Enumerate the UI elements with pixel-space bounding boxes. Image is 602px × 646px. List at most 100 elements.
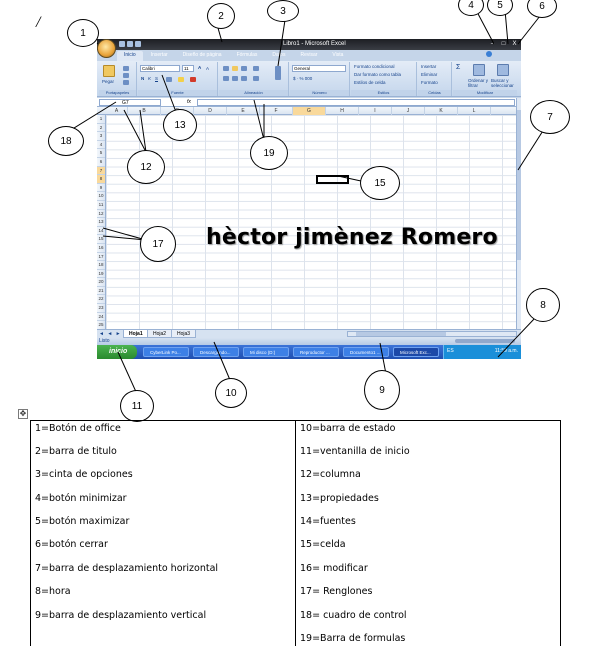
- column-header[interactable]: L: [458, 107, 491, 115]
- column-header[interactable]: G: [293, 107, 326, 115]
- font-family-select[interactable]: Calibri: [140, 65, 180, 72]
- undo-icon[interactable]: [127, 41, 133, 47]
- row-header[interactable]: 10: [97, 192, 105, 201]
- border-icon[interactable]: [166, 77, 172, 82]
- row-header[interactable]: 8: [97, 175, 105, 184]
- row-header[interactable]: 25: [97, 321, 105, 329]
- row-header[interactable]: 15: [97, 235, 105, 244]
- cell-styles-button[interactable]: Estilos de celda: [354, 80, 386, 85]
- vertical-scroll-thumb[interactable]: [517, 110, 521, 260]
- column-header[interactable]: D: [194, 107, 227, 115]
- column-header[interactable]: I: [359, 107, 392, 115]
- column-header[interactable]: H: [326, 107, 359, 115]
- row-header[interactable]: 22: [97, 295, 105, 305]
- column-header[interactable]: F: [260, 107, 293, 115]
- insert-function-button[interactable]: fx: [187, 99, 191, 105]
- tab-datos[interactable]: Datos: [265, 51, 292, 61]
- save-icon[interactable]: [119, 41, 125, 47]
- grow-font-button[interactable]: A: [198, 65, 201, 70]
- language-indicator[interactable]: ES: [447, 348, 454, 354]
- sheet-tab-hoja1[interactable]: Hoja1: [123, 330, 149, 338]
- row-header[interactable]: 3: [97, 132, 105, 141]
- tab-inicio[interactable]: Inicio: [117, 51, 143, 61]
- sort-filter-icon[interactable]: [473, 64, 485, 76]
- taskbar-item-descargando[interactable]: Descargando...: [193, 347, 239, 357]
- tab-revisar[interactable]: Revisar: [293, 51, 324, 61]
- row-header[interactable]: 6: [97, 158, 105, 167]
- row-header[interactable]: 20: [97, 278, 105, 287]
- row-header[interactable]: 5: [97, 149, 105, 158]
- column-header[interactable]: B: [128, 107, 161, 115]
- row-header[interactable]: 18: [97, 261, 105, 270]
- align-top-icon[interactable]: [223, 66, 229, 71]
- row-header[interactable]: 14: [97, 227, 105, 236]
- bold-button[interactable]: N: [141, 76, 144, 81]
- format-as-table-button[interactable]: Dar formato como tabla: [354, 72, 401, 77]
- wrap-merge-icon[interactable]: [275, 66, 281, 80]
- help-icon[interactable]: [486, 51, 492, 57]
- office-button[interactable]: [97, 39, 116, 58]
- row-header[interactable]: 17: [97, 253, 105, 262]
- paste-button[interactable]: Pegar: [102, 79, 114, 84]
- autosum-button[interactable]: Σ: [456, 64, 460, 71]
- row-header[interactable]: 13: [97, 218, 105, 227]
- sheet-tab-hoja2[interactable]: Hoja2: [147, 330, 173, 338]
- formula-input[interactable]: [197, 99, 515, 106]
- horizontal-scroll-thumb[interactable]: [356, 332, 446, 336]
- tab-diseno-pagina[interactable]: Diseño de página: [176, 51, 229, 61]
- taskbar-item-reproductor[interactable]: Reproductor ...: [293, 347, 339, 357]
- taskbar-item-documento[interactable]: Documento1 ...: [343, 347, 389, 357]
- start-button[interactable]: inicio: [97, 345, 137, 359]
- quick-access-toolbar[interactable]: [119, 41, 157, 48]
- tab-formulas[interactable]: Fórmulas: [230, 51, 265, 61]
- column-header[interactable]: E: [227, 107, 260, 115]
- orientation-icon[interactable]: [253, 66, 259, 71]
- taskbar-item-cyberlink[interactable]: CyberLink Po...: [143, 347, 189, 357]
- currency-percent-buttons[interactable]: $ · % 000: [293, 76, 312, 81]
- column-header[interactable]: J: [392, 107, 425, 115]
- copy-icon[interactable]: [123, 73, 129, 78]
- align-middle-icon[interactable]: [232, 66, 238, 71]
- close-button[interactable]: X: [510, 40, 519, 48]
- row-header[interactable]: 23: [97, 304, 105, 313]
- find-select-icon[interactable]: [497, 64, 509, 76]
- font-color-icon[interactable]: [190, 77, 196, 82]
- taskbar-item-excel[interactable]: Microsoft Exc...: [393, 347, 439, 357]
- insert-cells-button[interactable]: Insertar: [421, 64, 436, 69]
- row-header[interactable]: 19: [97, 270, 105, 279]
- maximize-button[interactable]: □: [499, 40, 508, 48]
- format-cells-button[interactable]: Formato: [421, 80, 438, 85]
- conditional-format-button[interactable]: Formato condicional: [354, 64, 395, 69]
- align-bottom-icon[interactable]: [241, 66, 247, 71]
- row-header[interactable]: 21: [97, 287, 105, 296]
- cut-icon[interactable]: [123, 66, 129, 71]
- row-header[interactable]: 12: [97, 210, 105, 219]
- row-header[interactable]: 11: [97, 201, 105, 210]
- align-left-icon[interactable]: [223, 76, 229, 81]
- italic-button[interactable]: K: [148, 76, 151, 81]
- zoom-slider[interactable]: [455, 339, 515, 343]
- column-header[interactable]: A: [106, 107, 128, 115]
- align-right-icon[interactable]: [241, 76, 247, 81]
- row-header[interactable]: 24: [97, 313, 105, 322]
- cell-grid[interactable]: hèctor jimènez Romero: [106, 115, 516, 329]
- taskbar-item-mi-disco[interactable]: Mi disco (D:): [243, 347, 289, 357]
- underline-button[interactable]: S: [155, 76, 158, 81]
- name-box[interactable]: G7: [99, 99, 161, 106]
- delete-cells-button[interactable]: Eliminar: [421, 72, 437, 77]
- row-header[interactable]: 7: [97, 166, 105, 176]
- row-header[interactable]: 2: [97, 124, 105, 133]
- font-size-select[interactable]: 11: [182, 65, 194, 72]
- shrink-font-button[interactable]: A: [206, 66, 209, 71]
- find-select-button[interactable]: Buscar y seleccionar: [491, 78, 517, 88]
- fill-color-icon[interactable]: [178, 77, 184, 82]
- redo-icon[interactable]: [135, 41, 141, 47]
- vertical-scrollbar[interactable]: [516, 98, 521, 330]
- paste-icon[interactable]: [103, 65, 115, 77]
- row-header[interactable]: 9: [97, 184, 105, 193]
- number-format-select[interactable]: General: [292, 65, 346, 72]
- active-cell[interactable]: [316, 175, 349, 184]
- row-header[interactable]: 1: [97, 115, 105, 124]
- column-header[interactable]: K: [425, 107, 458, 115]
- horizontal-scrollbar[interactable]: [347, 331, 517, 337]
